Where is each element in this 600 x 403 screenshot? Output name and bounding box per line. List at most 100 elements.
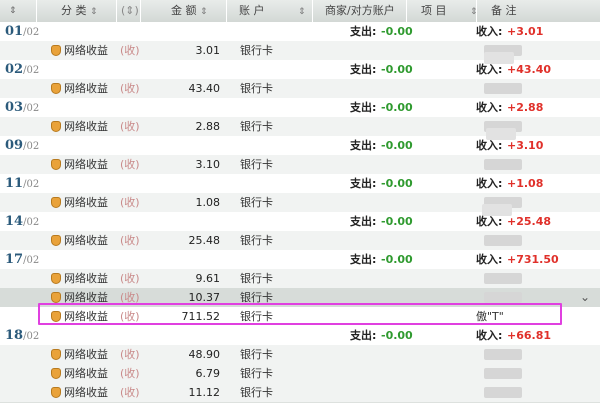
- scroll-down-icon[interactable]: ⌄: [580, 288, 590, 307]
- date-month: /02: [23, 217, 40, 228]
- category-cell: 网络收益: [64, 158, 108, 171]
- account-cell: 银行卡: [240, 386, 273, 399]
- money-bag-icon: [51, 159, 61, 170]
- expense-total: -0.00: [381, 139, 413, 152]
- date-month: /02: [23, 65, 40, 76]
- money-bag-icon: [51, 387, 61, 398]
- income-total: +1.08: [507, 177, 544, 190]
- date-day: 18/02: [5, 328, 40, 343]
- income-total: +2.88: [507, 101, 544, 114]
- transaction-row[interactable]: 网络收益 (收) 25.48 银行卡: [0, 231, 600, 251]
- date-month: /02: [23, 179, 40, 190]
- sort-arrow-icon: ⇕: [90, 7, 98, 17]
- expense-label: 支出:: [350, 139, 377, 152]
- header-account[interactable]: 账 户 ⇕: [226, 0, 312, 22]
- income-total: +25.48: [507, 215, 552, 228]
- date-day: 01/02: [5, 24, 40, 39]
- transaction-row[interactable]: 网络收益 (收) 3.10 银行卡: [0, 155, 600, 175]
- category-cell: 网络收益: [64, 234, 108, 247]
- income-total: +731.50: [507, 253, 559, 266]
- redacted-note: [484, 349, 522, 360]
- income-label: 收入:: [476, 253, 503, 266]
- header-project-label: 项 目: [421, 4, 447, 17]
- amount-cell: 1.08: [195, 196, 221, 209]
- redacted-note: [484, 159, 522, 170]
- account-cell: 银行卡: [240, 367, 273, 380]
- income-label: 收入:: [476, 25, 503, 38]
- header-project[interactable]: 项 目 ⇕: [406, 0, 478, 22]
- date-summary-row: 01/02 支出: -0.00 收入: +3.01: [0, 22, 600, 42]
- money-bag-icon: [51, 273, 61, 284]
- expense-total: -0.00: [381, 253, 413, 266]
- expense-label: 支出:: [350, 215, 377, 228]
- date-day: 02/02: [5, 62, 40, 77]
- transaction-row[interactable]: 网络收益 (收) 6.79 银行卡: [0, 364, 600, 384]
- amount-cell: 6.79: [195, 367, 221, 380]
- type-cell: (收): [120, 196, 140, 209]
- account-cell: 银行卡: [240, 348, 273, 361]
- transaction-row[interactable]: 网络收益 (收) 48.90 银行卡: [0, 345, 600, 365]
- header-type-label: (⇕): [121, 4, 139, 17]
- type-cell: (收): [120, 234, 140, 247]
- redacted-note: [484, 368, 522, 379]
- date-month: /02: [23, 331, 40, 342]
- header-merchant[interactable]: 商家/对方账户: [312, 0, 406, 22]
- category-cell: 网络收益: [64, 196, 108, 209]
- money-bag-icon: [51, 235, 61, 246]
- type-cell: (收): [120, 44, 140, 57]
- table-header: ⇕ 分 类 ⇕ (⇕) 金 额 ⇕ 账 户 ⇕ 商家/对方账户 项 目 ⇕ 备 …: [0, 0, 600, 23]
- account-cell: 银行卡: [240, 158, 273, 171]
- header-amount[interactable]: 金 额 ⇕: [140, 0, 226, 22]
- money-bag-icon: [51, 197, 61, 208]
- header-category-label: 分 类: [61, 4, 87, 17]
- sort-toggle-icon[interactable]: ⇕: [9, 0, 17, 22]
- category-cell: 网络收益: [64, 367, 108, 380]
- money-bag-icon: [51, 349, 61, 360]
- transaction-row[interactable]: 网络收益 (收) 11.12 银行卡: [0, 383, 600, 403]
- header-category[interactable]: 分 类 ⇕: [36, 0, 116, 22]
- transaction-row[interactable]: 网络收益 (收) 9.61 银行卡: [0, 269, 600, 289]
- money-bag-icon: [51, 292, 61, 303]
- amount-cell: 43.40: [188, 82, 221, 95]
- money-bag-icon: [51, 121, 61, 132]
- expense-label: 支出:: [350, 63, 377, 76]
- category-cell: 网络收益: [64, 120, 108, 133]
- header-type[interactable]: (⇕): [116, 0, 140, 22]
- type-cell: (收): [120, 272, 140, 285]
- money-bag-icon: [51, 45, 61, 56]
- amount-cell: 48.90: [188, 348, 221, 361]
- amount-cell: 25.48: [188, 234, 221, 247]
- date-summary-row: 17/02 支出: -0.00 收入: +731.50: [0, 250, 600, 270]
- date-day: 17/02: [5, 252, 40, 267]
- date-day: 03/02: [5, 100, 40, 115]
- amount-cell: 3.10: [195, 158, 221, 171]
- date-summary-row: 18/02 支出: -0.00 收入: +66.81: [0, 326, 600, 346]
- expense-total: -0.00: [381, 177, 413, 190]
- transaction-row[interactable]: 网络收益 (收) 43.40 银行卡: [0, 79, 600, 99]
- money-bag-icon: [51, 368, 61, 379]
- income-total: +3.01: [507, 25, 544, 38]
- category-cell: 网络收益: [64, 82, 108, 95]
- expense-label: 支出:: [350, 329, 377, 342]
- expense-total: -0.00: [381, 25, 413, 38]
- expense-label: 支出:: [350, 177, 377, 190]
- header-account-label: 账 户: [239, 4, 265, 17]
- date-summary-row: 11/02 支出: -0.00 收入: +1.08: [0, 174, 600, 194]
- date-day: 14/02: [5, 214, 40, 229]
- account-cell: 银行卡: [240, 82, 273, 95]
- date-day: 11/02: [5, 176, 40, 191]
- amount-cell: 2.88: [195, 120, 221, 133]
- header-note[interactable]: 备 注: [476, 0, 600, 22]
- date-day: 09/02: [5, 138, 40, 153]
- date-summary-row: 03/02 支出: -0.00 收入: +2.88: [0, 98, 600, 118]
- expense-total: -0.00: [381, 101, 413, 114]
- income-label: 收入:: [476, 101, 503, 114]
- header-amount-label: 金 额: [171, 4, 197, 17]
- expense-label: 支出:: [350, 101, 377, 114]
- expense-total: -0.00: [381, 215, 413, 228]
- income-label: 收入:: [476, 329, 503, 342]
- expense-label: 支出:: [350, 25, 377, 38]
- redacted-note: [482, 204, 512, 216]
- money-bag-icon: [51, 83, 61, 94]
- date-month: /02: [23, 141, 40, 152]
